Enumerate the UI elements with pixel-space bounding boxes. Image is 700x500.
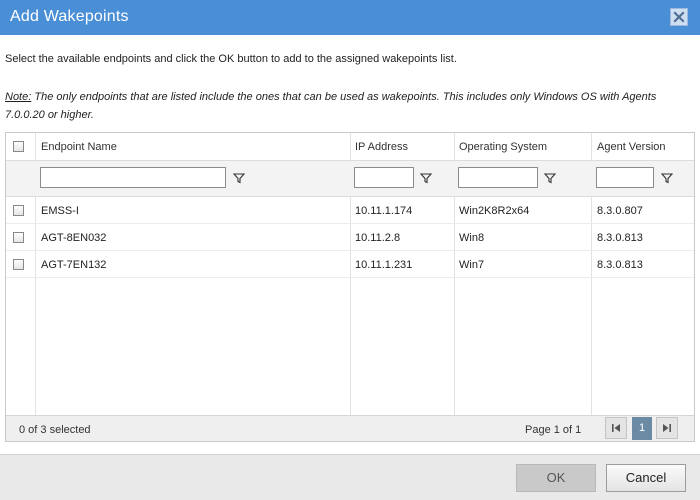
operating-system-cell: Win8 [459,232,485,244]
dialog-titlebar: Add Wakepoints [0,0,700,35]
ip-address-filter-input[interactable] [354,167,414,188]
note-label: Note: [5,91,32,103]
last-page-icon [657,423,677,433]
table-row[interactable]: AGT-7EN132 10.11.1.231 Win7 8.3.0.813 [6,251,694,278]
close-x-icon [671,9,687,25]
column-header-operating-system[interactable]: Operating System [459,141,547,153]
current-page-button[interactable]: 1 [632,417,652,440]
page-info: Page 1 of 1 [525,424,582,436]
operating-system-cell: Win2K8R2x64 [459,205,530,217]
intro-text: Select the available endpoints and click… [5,53,457,65]
endpoint-name-cell: EMSS-I [41,205,79,217]
table-row[interactable]: AGT-8EN032 10.11.2.8 Win8 8.3.0.813 [6,224,694,251]
grid-header-row: Endpoint Name IP Address Operating Syste… [6,133,694,161]
first-page-button[interactable] [605,417,627,439]
ip-address-cell: 10.11.2.8 [355,232,401,244]
column-header-ip-address[interactable]: IP Address [355,141,408,153]
operating-system-cell: Win7 [459,259,485,271]
note-text-block: Note: The only endpoints that are listed… [5,88,695,124]
ok-button[interactable]: OK [516,464,596,492]
endpoints-grid: Endpoint Name IP Address Operating Syste… [5,132,695,442]
ip-address-cell: 10.11.1.174 [355,205,413,217]
table-row[interactable]: EMSS-I 10.11.1.174 Win2K8R2x64 8.3.0.807 [6,197,694,224]
grid-footer: 0 of 3 selected Page 1 of 1 1 [6,415,694,441]
funnel-filter-icon[interactable] [233,172,245,184]
agent-version-cell: 8.3.0.813 [597,232,643,244]
column-header-agent-version[interactable]: Agent Version [597,141,666,153]
select-all-checkbox[interactable] [13,141,24,152]
dialog-title: Add Wakepoints [10,8,129,25]
operating-system-filter-input[interactable] [458,167,538,188]
last-page-button[interactable] [656,417,678,439]
funnel-filter-icon[interactable] [420,172,432,184]
column-header-endpoint-name[interactable]: Endpoint Name [41,141,117,153]
close-button[interactable] [670,8,688,26]
dialog-button-bar: OK Cancel [0,454,700,500]
agent-version-filter-input[interactable] [596,167,654,188]
funnel-filter-icon[interactable] [544,172,556,184]
endpoint-name-filter-input[interactable] [40,167,226,188]
endpoint-name-cell: AGT-7EN132 [41,259,107,271]
first-page-icon [606,423,626,433]
ip-address-cell: 10.11.1.231 [355,259,413,271]
row-checkbox[interactable] [13,205,24,216]
row-checkbox[interactable] [13,232,24,243]
endpoint-name-cell: AGT-8EN032 [41,232,107,244]
selected-count: 0 of 3 selected [19,424,91,436]
grid-filter-row [6,161,694,197]
note-text: The only endpoints that are listed inclu… [5,91,657,121]
agent-version-cell: 8.3.0.813 [597,259,643,271]
funnel-filter-icon[interactable] [661,172,673,184]
cancel-button[interactable]: Cancel [606,464,686,492]
agent-version-cell: 8.3.0.807 [597,205,643,217]
row-checkbox[interactable] [13,259,24,270]
